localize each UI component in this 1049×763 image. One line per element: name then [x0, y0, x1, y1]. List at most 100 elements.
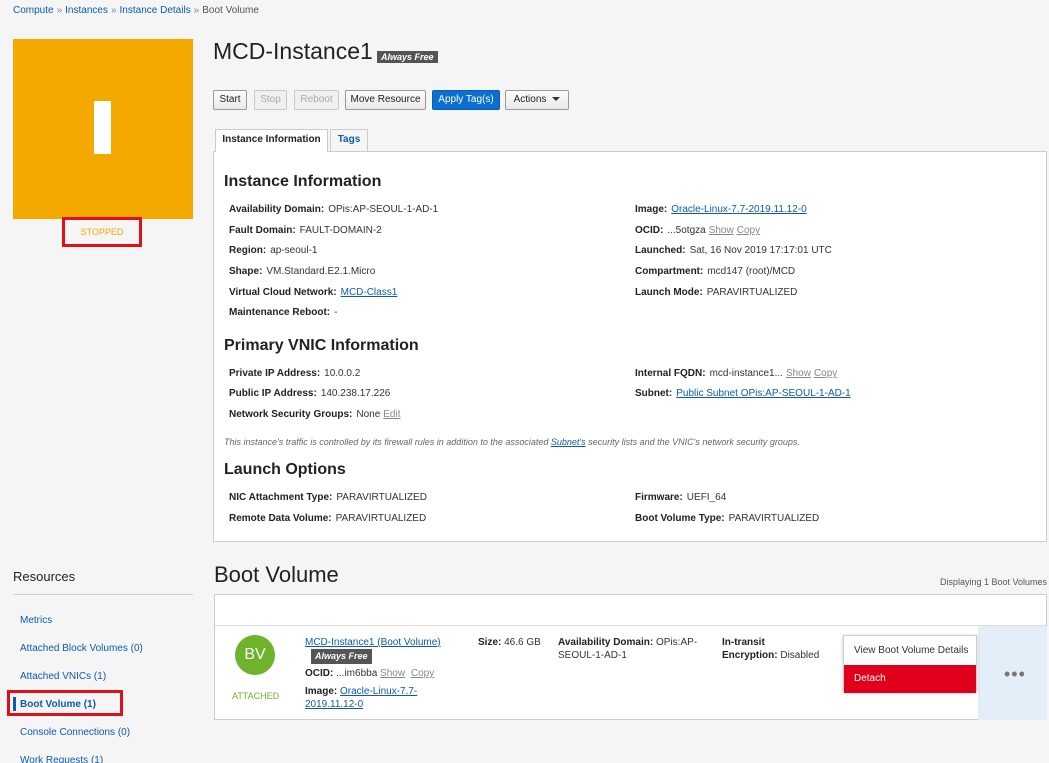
nsg-edit-link[interactable]: Edit	[383, 409, 400, 420]
encryption-label: In-transit	[722, 637, 765, 648]
breadcrumb-instance-details[interactable]: Instance Details	[120, 5, 191, 16]
field-label: Boot Volume Type:	[635, 513, 725, 524]
detach-item[interactable]: Detach	[844, 665, 976, 693]
boot-volume-type-field: Boot Volume Type: PARAVIRTUALIZED	[635, 513, 819, 524]
boot-volume-icon: BV	[235, 635, 275, 675]
view-boot-volume-details-item[interactable]: View Boot Volume Details	[844, 637, 976, 665]
field-label: Private IP Address:	[229, 368, 321, 379]
stop-button[interactable]: Stop	[254, 90, 287, 110]
image-field: Image: Oracle-Linux-7.7-2019.11.12-0	[635, 204, 807, 215]
boot-volume-title: Boot Volume	[214, 562, 339, 587]
subnet-link[interactable]: Public Subnet OPis:AP-SEOUL-1-AD-1	[676, 388, 851, 399]
page-title: MCD-Instance1	[213, 38, 373, 64]
attached-status: ATTACHED	[232, 691, 280, 701]
ocid-copy-link[interactable]: Copy	[411, 668, 434, 679]
field-value: None	[356, 409, 381, 420]
field-label: Image:	[635, 204, 668, 215]
field-label: Shape:	[229, 266, 263, 277]
boot-volume-name-cell: MCD-Instance1 (Boot Volume) Always Free	[305, 636, 441, 664]
subnet-note-link[interactable]: Subnet's	[551, 437, 586, 447]
breadcrumb-instances[interactable]: Instances	[65, 5, 108, 16]
vcn-field: Virtual Cloud Network: MCD-Class1	[229, 287, 397, 298]
subnet-field: Subnet: Public Subnet OPis:AP-SEOUL-1-AD-…	[635, 388, 851, 399]
note-text: This instance's traffic is controlled by…	[224, 437, 551, 447]
fqdn-copy-link[interactable]: Copy	[814, 368, 837, 379]
instance-information-panel: Instance Information Availability Domain…	[213, 151, 1047, 542]
vnic-heading: Primary VNIC Information	[224, 337, 419, 354]
actions-label: Actions	[513, 94, 547, 105]
field-value: 140.238.17.226	[320, 388, 391, 399]
image-link-continued[interactable]: 2019.11.12-0	[305, 699, 363, 710]
field-value: FAULT-DOMAIN-2	[299, 225, 382, 236]
field-value: OPis:AP-SEOUL-1-AD-1	[328, 204, 439, 215]
resource-item-boot-volume[interactable]: Boot Volume (1)	[20, 699, 96, 710]
ocid-show-link[interactable]: Show	[709, 225, 734, 236]
ocid-value: ...im6bba	[336, 668, 378, 679]
chevron-down-icon	[552, 97, 561, 102]
always-free-badge-label: Always Free	[377, 51, 438, 63]
field-value: ap-seoul-1	[270, 245, 318, 256]
row-actions-menu: View Boot Volume Details Detach	[843, 635, 977, 693]
move-resource-button[interactable]: Move Resource	[345, 90, 426, 110]
firmware-field: Firmware: UEFI_64	[635, 492, 726, 503]
maintenance-reboot-field: Maintenance Reboot: -	[229, 307, 337, 318]
field-label: Region:	[229, 245, 267, 256]
field-label: Network Security Groups:	[229, 409, 353, 420]
start-button[interactable]: Start	[213, 90, 247, 110]
vcn-link[interactable]: MCD-Class1	[341, 287, 398, 298]
encryption-label-continued: Encryption:	[722, 650, 778, 661]
always-free-badge: Always Free	[377, 51, 438, 63]
resource-item-metrics[interactable]: Metrics	[20, 615, 52, 626]
tab-instance-information[interactable]: Instance Information	[215, 129, 328, 152]
ad-value: OPis:AP-	[656, 637, 698, 648]
launched-field: Launched: Sat, 16 Nov 2019 17:17:01 UTC	[635, 245, 832, 256]
field-value: 10.0.0.2	[324, 368, 361, 379]
availability-domain-field: Availability Domain: OPis:AP-SEOUL-1-AD-1	[229, 204, 438, 215]
ad-value-continued: SEOUL-1-AD-1	[558, 650, 627, 661]
breadcrumb: Compute» Instances» Instance Details» Boot …	[13, 5, 259, 16]
resource-item-work-requests[interactable]: Work Requests (1)	[20, 755, 103, 763]
field-value: -	[334, 307, 338, 318]
boot-volume-name-link[interactable]: MCD-Instance1 (Boot Volume)	[305, 637, 441, 648]
ocid-show-link[interactable]: Show	[380, 668, 405, 679]
breadcrumb-separator: »	[110, 5, 117, 16]
fqdn-show-link[interactable]: Show	[786, 368, 811, 379]
image-label: Image:	[305, 686, 338, 697]
actions-dropdown[interactable]: Actions	[505, 90, 569, 110]
firewall-note: This instance's traffic is controlled by…	[224, 437, 800, 447]
resource-item-block-volumes[interactable]: Attached Block Volumes (0)	[20, 643, 143, 654]
image-link[interactable]: Oracle-Linux-7.7-	[340, 686, 417, 697]
public-ip-field: Public IP Address: 140.238.17.226	[229, 388, 390, 399]
field-label: Remote Data Volume:	[229, 513, 332, 524]
size-value: 46.6 GB	[504, 637, 541, 648]
ocid-field: OCID: ...5otgza Show Copy	[635, 225, 760, 236]
field-value: PARAVIRTUALIZED	[335, 513, 427, 524]
field-value: Sat, 16 Nov 2019 17:17:01 UTC	[689, 245, 832, 256]
resource-item-vnics[interactable]: Attached VNICs (1)	[20, 671, 106, 682]
field-label: Firmware:	[635, 492, 683, 503]
field-label: Internal FQDN:	[635, 368, 706, 379]
reboot-button[interactable]: Reboot	[294, 90, 339, 110]
kebab-menu-icon[interactable]: •••	[1004, 664, 1026, 685]
resource-item-console-connections[interactable]: Console Connections (0)	[20, 727, 130, 738]
ocid-copy-link[interactable]: Copy	[737, 225, 760, 236]
fault-domain-field: Fault Domain: FAULT-DOMAIN-2	[229, 225, 382, 236]
field-value: UEFI_64	[686, 492, 727, 503]
encryption-value: Disabled	[780, 650, 820, 661]
tab-tags[interactable]: Tags	[330, 129, 368, 151]
instance-information-heading: Instance Information	[224, 173, 382, 190]
field-label: Compartment:	[635, 266, 704, 277]
field-label: OCID:	[635, 225, 664, 236]
field-value: PARAVIRTUALIZED	[728, 513, 820, 524]
nsg-field: Network Security Groups: None Edit	[229, 409, 401, 420]
field-label: NIC Attachment Type:	[229, 492, 333, 503]
instance-state-label: STOPPED	[80, 227, 124, 237]
fqdn-field: Internal FQDN: mcd-instance1... Show Copy	[635, 368, 837, 379]
field-label: Maintenance Reboot:	[229, 307, 331, 318]
row-actions-column: •••	[978, 626, 1047, 720]
boot-volume-encryption: In-transit Encryption: Disabled	[722, 636, 819, 662]
resources-title: Resources	[13, 569, 76, 584]
breadcrumb-compute[interactable]: Compute	[13, 5, 54, 16]
image-link[interactable]: Oracle-Linux-7.7-2019.11.12-0	[671, 204, 806, 215]
apply-tags-button[interactable]: Apply Tag(s)	[432, 90, 500, 110]
